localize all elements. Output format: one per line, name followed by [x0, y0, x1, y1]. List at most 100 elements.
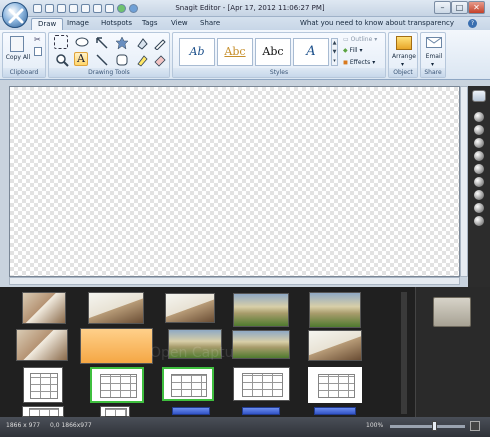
drawing-tools-group: A Drawing Tools: [48, 32, 170, 78]
folder-icon[interactable]: [433, 297, 471, 327]
tab-draw[interactable]: Draw: [31, 18, 64, 30]
capture-thumbnail[interactable]: [233, 367, 290, 401]
tag-filter-icon[interactable]: [474, 177, 484, 187]
styles-group: Ab Abc Abc A ▲ ▼ ▾ ▭ Outline ▾ ◆ Fill ▾ ◼ …: [172, 32, 386, 78]
effects-button[interactable]: ◼ Effects ▾: [343, 59, 375, 66]
text-tool-icon[interactable]: A: [74, 52, 88, 66]
undo-icon[interactable]: [117, 4, 126, 13]
app-menu-button[interactable]: [2, 2, 28, 28]
maximize-button[interactable]: □: [451, 1, 468, 14]
arrange-dropdown-icon: ▾: [401, 61, 405, 68]
capture-thumbnail[interactable]: [22, 292, 66, 324]
clipboard-label: Clipboard: [3, 68, 45, 77]
title-bar: Snagit Editor - [Apr 17, 2012 11:06:27 P…: [0, 0, 490, 17]
redo-icon[interactable]: [129, 4, 138, 13]
horizontal-scrollbar[interactable]: [9, 277, 460, 285]
copy-icon[interactable]: [81, 4, 90, 13]
style-sample-3[interactable]: Abc: [255, 38, 291, 66]
tag-filter-icon[interactable]: [474, 164, 484, 174]
search-icon[interactable]: [472, 90, 486, 102]
paste-icon[interactable]: [93, 4, 102, 13]
arrange-button[interactable]: Arrange: [389, 53, 419, 60]
vertical-scrollbar[interactable]: [460, 86, 468, 277]
help-link[interactable]: What you need to know about transparency: [300, 19, 454, 27]
email-dropdown-icon: ▾: [431, 61, 435, 68]
stamp-tool-icon[interactable]: [114, 35, 129, 50]
object-label: Object: [389, 68, 417, 77]
new-icon[interactable]: [33, 4, 42, 13]
capture-thumbnail[interactable]: [80, 328, 153, 364]
window-title: Snagit Editor - [Apr 17, 2012 11:06:27 P…: [175, 4, 325, 12]
capture-thumbnail[interactable]: [90, 367, 144, 403]
library-panel: [415, 287, 490, 417]
print-icon[interactable]: [69, 4, 78, 13]
tag-filter-icon[interactable]: [474, 203, 484, 213]
close-button[interactable]: ✕: [468, 1, 485, 14]
fill-button[interactable]: ◆ Fill ▾: [343, 47, 362, 54]
tag-filter-icon[interactable]: [474, 125, 484, 135]
capture-thumbnail[interactable]: [88, 292, 144, 324]
capture-thumbnail[interactable]: [232, 330, 290, 359]
tag-filter-icon[interactable]: [474, 190, 484, 200]
capture-thumbnail[interactable]: [23, 367, 63, 403]
fill-tool-icon[interactable]: [134, 35, 148, 50]
capture-thumbnail[interactable]: [233, 293, 289, 327]
capture-thumbnail[interactable]: [162, 367, 214, 401]
callout-tool-icon[interactable]: [74, 35, 89, 49]
capture-thumbnail[interactable]: [172, 407, 210, 415]
highlight-tool-icon[interactable]: [134, 52, 148, 67]
cut-icon[interactable]: ✂: [34, 36, 42, 44]
capture-thumbnail[interactable]: [314, 407, 356, 415]
shape-tool-icon[interactable]: [114, 52, 128, 66]
copy-all-button[interactable]: Copy All: [5, 54, 31, 61]
email-button[interactable]: Email: [421, 53, 447, 60]
minimize-button[interactable]: –: [434, 1, 451, 14]
capture-thumbnail[interactable]: [16, 329, 68, 361]
outline-button[interactable]: ▭ Outline ▾: [343, 36, 377, 43]
capture-thumbnail[interactable]: [309, 292, 361, 328]
style-sample-2[interactable]: Abc: [217, 38, 253, 66]
tab-hotspots[interactable]: Hotspots: [95, 18, 138, 30]
help-icon[interactable]: ?: [468, 19, 477, 28]
magnify-tool-icon[interactable]: [54, 52, 69, 67]
selection-tool-icon[interactable]: [54, 35, 68, 49]
capture-thumbnail[interactable]: [100, 406, 130, 417]
tag-filter-icon[interactable]: [474, 151, 484, 161]
cursor-coordinates: 0,0 1866x977: [50, 422, 92, 429]
zoom-level: 100%: [366, 422, 384, 429]
capture-icon[interactable]: [105, 4, 114, 13]
capture-thumbnail[interactable]: [165, 293, 215, 323]
save-icon[interactable]: [57, 4, 66, 13]
open-icon[interactable]: [45, 4, 54, 13]
paste-small-icon[interactable]: [34, 47, 42, 56]
styles-scroll-button[interactable]: ▲ ▼ ▾: [331, 38, 338, 66]
share-label: Share: [421, 68, 445, 77]
capture-thumbnail[interactable]: [308, 367, 362, 403]
eraser-tool-icon[interactable]: [152, 52, 166, 67]
tab-tags[interactable]: Tags: [136, 18, 164, 30]
arrow-tool-icon[interactable]: [94, 35, 108, 49]
capture-thumbnail[interactable]: [22, 406, 64, 417]
email-icon: [426, 37, 442, 48]
line-tool-icon[interactable]: [94, 52, 108, 66]
tray-scrollbar[interactable]: [401, 292, 407, 414]
zoom-slider-thumb[interactable]: [432, 421, 437, 431]
tag-filter-icon[interactable]: [474, 138, 484, 148]
drawing-tools-label: Drawing Tools: [49, 68, 169, 77]
style-sample-4[interactable]: A: [293, 38, 329, 66]
tag-filter-icon[interactable]: [474, 112, 484, 122]
style-sample-1[interactable]: Ab: [179, 38, 215, 66]
pen-tool-icon[interactable]: [152, 35, 166, 51]
arrange-icon: [396, 36, 412, 50]
copy-all-icon: [10, 36, 24, 52]
tab-image[interactable]: Image: [61, 18, 95, 30]
status-bar: 1866 x 977 0,0 1866x977 100%: [0, 417, 490, 437]
fit-window-icon[interactable]: [470, 421, 480, 431]
zoom-slider-track[interactable]: [390, 425, 465, 428]
tag-filter-icon[interactable]: [474, 216, 484, 226]
capture-thumbnail[interactable]: [242, 407, 280, 415]
tab-share[interactable]: Share: [194, 18, 226, 30]
transparent-canvas[interactable]: [9, 86, 460, 277]
capture-thumbnail[interactable]: [308, 330, 362, 361]
tab-view[interactable]: View: [165, 18, 194, 30]
